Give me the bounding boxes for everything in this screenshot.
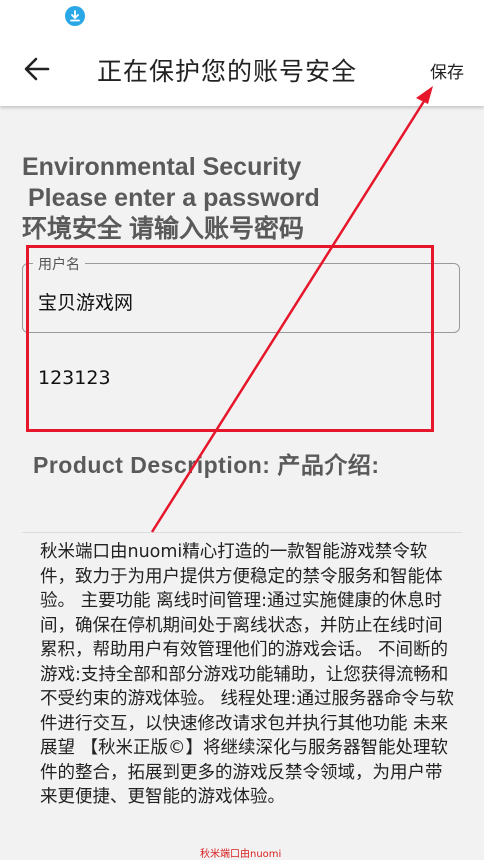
arrow-head-icon	[416, 86, 433, 104]
annotation-arrow	[150, 86, 433, 533]
watermark-text: 秋米端口由nuomi	[200, 849, 282, 860]
